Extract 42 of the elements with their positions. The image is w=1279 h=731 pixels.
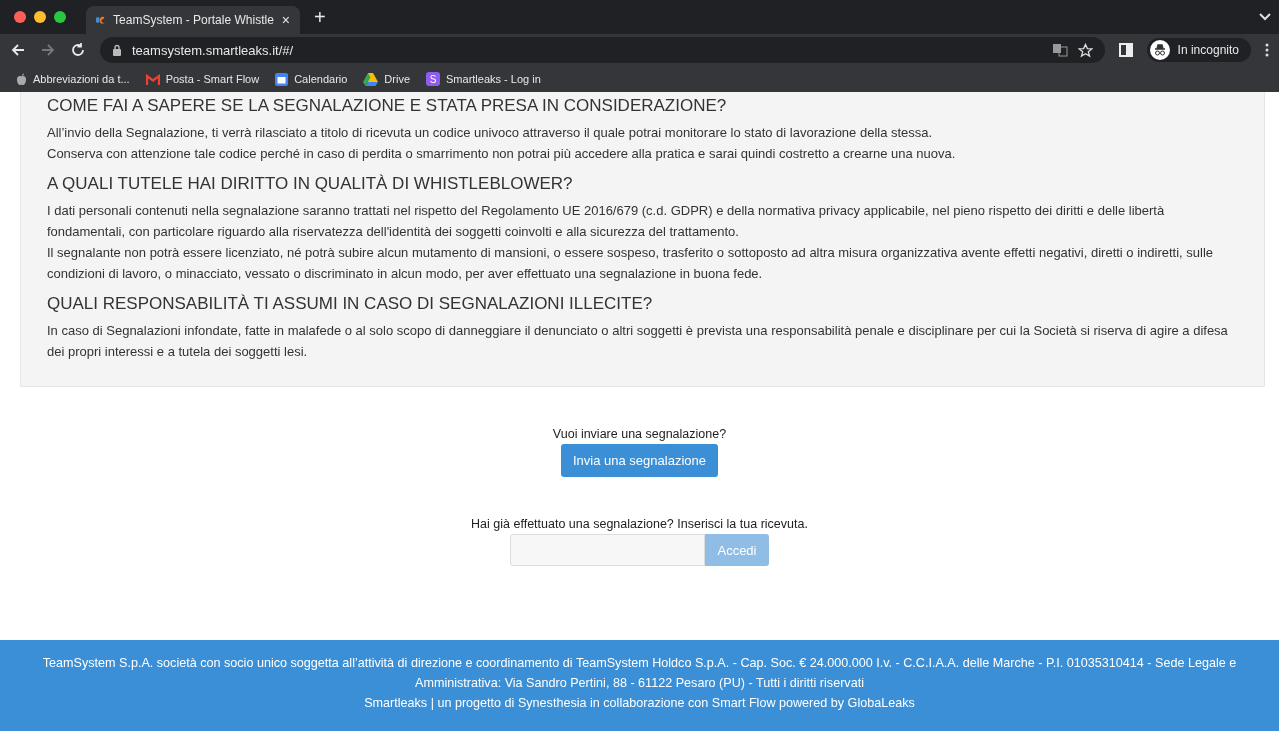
triangle-icon <box>363 72 379 86</box>
side-panel-icon[interactable] <box>1118 43 1133 57</box>
minimize-window-dot[interactable] <box>34 11 46 23</box>
tab-title: TeamSystem - Portale Whistle <box>113 13 274 27</box>
apple-icon <box>16 72 27 86</box>
submit-prompt: Vuoi inviare una segnalazione? <box>552 427 727 441</box>
menu-icon[interactable] <box>1265 43 1269 57</box>
receipt-input-field[interactable] <box>510 534 706 566</box>
calendar-icon <box>275 72 289 86</box>
close-tab-button[interactable]: × <box>281 12 290 28</box>
paragraph: I dati personali contenuti nella segnalazione saranno trattati nel rispetto del Regolamento UE 2016/679 (c.d. GDPR) e della normativa privacy applicabile, nel pieno rispetto dei diritti e delle libertà fondamentali, con particolare riguardo alla riservatezza dell'identità dei soggetti coinvolti e alla sicurezza del trattamento. <box>47 202 1166 241</box>
bookmark-item[interactable]: S Smartleaks - Log in <box>426 72 541 86</box>
paragraph: In caso di Segnalazioni infondate, fatte in malafede o al solo scopo di danneggiare il denunciato o altri soggetti è prevista una responsabilità penale e disciplinare per cui la Società si riserva di agire a difesa dei propri interessi e a tutela dei soggetti lesi. <box>47 322 1229 361</box>
section-heading: COME FAI A SAPERE SE LA SEGNALAZIONE E STATA PRESA IN CONSIDERAZIONE? <box>47 96 728 116</box>
incognito-icon <box>1149 40 1170 60</box>
bookmark-item[interactable]: Drive <box>363 72 411 86</box>
address-bar[interactable]: teamsystem.smartleaks.it/#/ <box>100 37 1105 63</box>
bookmark-item[interactable]: Calendario <box>275 72 348 86</box>
paragraph: All’invio della Segnalazione, ti verrà rilasciato a titolo di ricevuta un codice univoco attraverso il quale potrai monitorare lo stato di lavorazione della stessa. <box>47 124 934 142</box>
star-icon[interactable] <box>1077 42 1093 58</box>
browser-tab[interactable]: TeamSystem - Portale Whistle × <box>86 6 300 34</box>
section-heading: A QUALI TUTELE HAI DIRITTO IN QUALITÀ DI WHISTLEBLOWER? <box>47 174 574 194</box>
bookmark-item[interactable]: Abbreviazioni da t... <box>16 72 130 86</box>
mail-icon <box>145 73 160 85</box>
footer-text: TeamSystem S.p.A. società con socio unico soggetta all’attività di direzione e coordinamento di TeamSystem Holdco S.p.A. - Cap. Soc. € 24.000.000 I.v. - C.C.I.A.A. delle Marche - P.I. 01035310414 - Sede Legale e Amministrativa: Via Sandro Pertini, 88 - 61122 Pesaro (PU) - Tutti i diritti riservati <box>41 655 1238 692</box>
close-window-dot[interactable] <box>14 11 26 23</box>
section-heading: QUALI RESPONSABILITÀ TI ASSUMI IN CASO DI SEGNALAZIONI ILLECITE? <box>47 294 654 314</box>
chevron-down-icon[interactable] <box>1259 13 1271 21</box>
new-tab-button[interactable]: + <box>306 5 334 29</box>
footer-text: Smartleaks | un progetto di Synesthesia in collaborazione con Smart Flow powered by GlobaLeaks <box>363 695 916 712</box>
incognito-button[interactable]: In incognito <box>1146 38 1251 62</box>
bookmark-item[interactable]: Posta - Smart Flow <box>145 73 260 85</box>
reload-icon[interactable] <box>70 42 86 58</box>
paragraph: Il segnalante non potrà essere licenziato, né potrà subire alcun mutamento di mansioni, o essere sospeso, trasferito o sottoposto ad altra misura organizzativa avente effetti negativi, diretti o indiretti, sulle condizioni di lavoro, o minacciato, vessato o discriminato in alcun modo, per aver effettuato una segnalazione in buona fede. <box>47 244 1215 283</box>
maximize-window-dot[interactable] <box>54 11 66 23</box>
url-text: teamsystem.smartleaks.it/#/ <box>132 42 294 58</box>
lock-icon <box>112 44 122 56</box>
receipt-prompt: Hai già effettuato una segnalazione? Inserisci la tua ricevuta. <box>471 517 808 531</box>
letter-icon: S <box>426 72 441 86</box>
paragraph: Conserva con attenzione tale codice perché in caso di perdita o smarrimento non potrai più accedere alla pratica e sarai quindi costretto a crearne una nuova. <box>47 145 957 163</box>
translate-icon[interactable] <box>1051 43 1068 57</box>
back-arrow-icon[interactable] <box>10 42 26 58</box>
